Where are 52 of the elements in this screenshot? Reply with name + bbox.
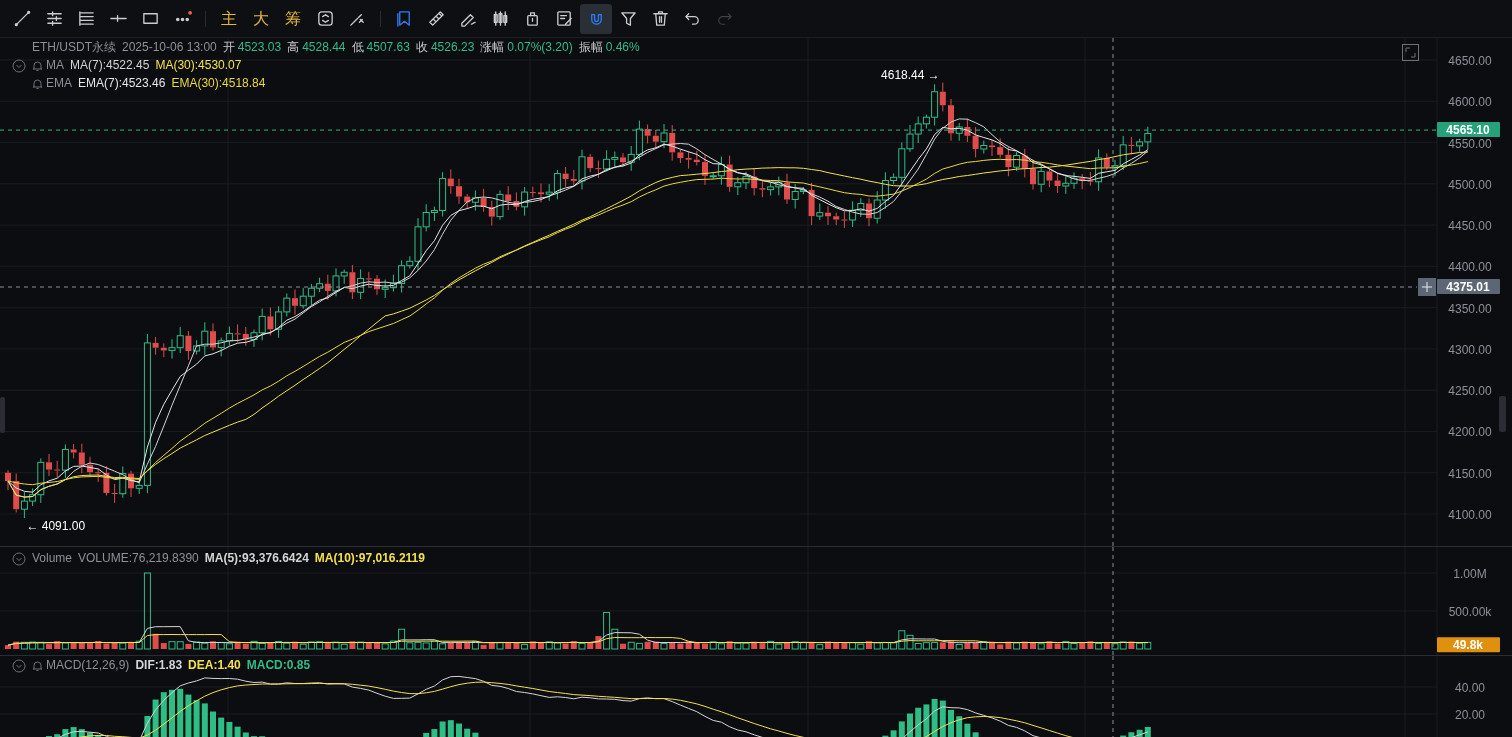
- axis-label: 4650.00: [1448, 54, 1492, 68]
- stat-value: 4507.63: [366, 39, 410, 56]
- axis-label: 4300.00: [1448, 342, 1492, 357]
- indicator-value: DEA:1.40: [188, 657, 241, 674]
- indicator-button[interactable]: 主: [213, 3, 245, 34]
- indicator-name: MA: [46, 57, 64, 74]
- axis-label: 4250.00: [1448, 384, 1492, 399]
- stat-label: 高: [287, 39, 300, 56]
- indicator-value: MA(10):97,016.2119: [314, 550, 425, 567]
- stat-label: 开: [222, 39, 235, 56]
- stat-label: 收: [415, 39, 428, 56]
- stat-label: 振幅: [578, 39, 603, 56]
- axis-label: 20.00: [1455, 708, 1485, 722]
- axis-label: 4550.00: [1448, 136, 1492, 151]
- high-price-label: 4618.44 →: [881, 67, 940, 82]
- indicator-value: MA(7):4522.45: [70, 57, 150, 74]
- symbol-label: ETH/USDT永续: [32, 39, 116, 56]
- axis-label: 4350.00: [1448, 301, 1492, 316]
- indicator-button[interactable]: 大: [245, 3, 277, 34]
- axis-label: 500.00k: [1448, 605, 1492, 619]
- axis-label: 40.00: [1455, 681, 1485, 695]
- stat-value: 4523.03: [237, 39, 282, 56]
- axis-label: 4100.00: [1448, 508, 1492, 523]
- last-price-tag: 4565.10: [1437, 122, 1500, 138]
- axis-label: 4150.00: [1448, 466, 1492, 481]
- indicator-value: DIF:1.83: [135, 657, 183, 674]
- indicator-value: EMA(30):4518.84: [171, 75, 266, 92]
- last-volume-tag: 49.8k: [1437, 637, 1500, 653]
- axis-label: 4200.00: [1448, 425, 1492, 440]
- stat-value: 4528.44: [302, 39, 346, 56]
- indicator-button[interactable]: 筹: [277, 3, 309, 34]
- axis-label: 4500.00: [1448, 177, 1492, 192]
- stat-label: 低: [351, 39, 364, 56]
- axis-label: 4400.00: [1448, 260, 1492, 275]
- crosshair-price-tag: 4375.01: [1437, 279, 1500, 294]
- indicator-value: MA(5):93,376.6424: [204, 550, 309, 567]
- indicator-value: MA(30):4530.07: [155, 57, 242, 74]
- pane-title: Volume: [32, 550, 73, 567]
- stat-value: 0.46%: [605, 39, 640, 56]
- pane-title: MACD(12,26,9): [46, 657, 130, 674]
- indicator-value: EMA(7):4523.46: [78, 75, 166, 92]
- axis-label: 4600.00: [1448, 95, 1492, 110]
- time-label: 2025-10-06 13:00: [122, 39, 217, 56]
- stat-value: 4526.23: [430, 39, 475, 56]
- indicator-value: VOLUME:76,219.8390: [78, 550, 199, 567]
- low-price-label: ← 4091.00: [26, 519, 86, 534]
- stat-label: 涨幅: [480, 39, 505, 56]
- indicator-name: EMA: [46, 75, 72, 92]
- axis-label: 1.00M: [1453, 567, 1487, 581]
- stat-value: 0.07%(3.20): [507, 39, 573, 56]
- indicator-value: MACD:0.85: [246, 657, 311, 674]
- axis-label: 4450.00: [1448, 219, 1492, 234]
